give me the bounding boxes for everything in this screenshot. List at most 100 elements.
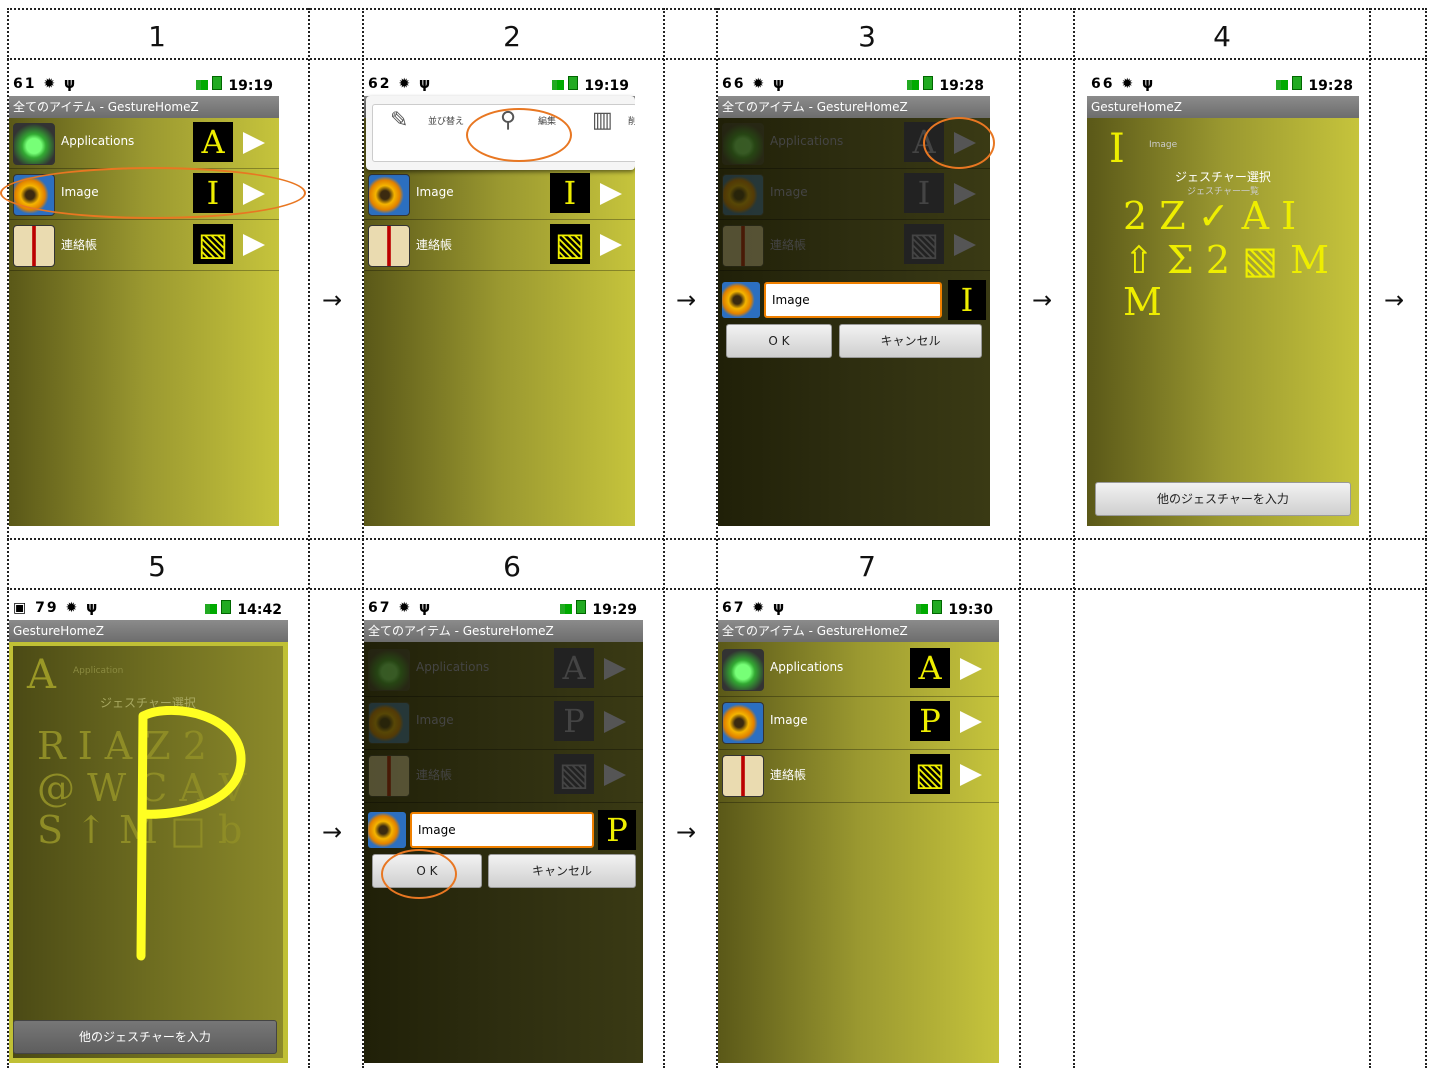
sunflower-icon: [368, 702, 410, 744]
calendar-icon: 61: [13, 76, 37, 92]
list-item-contacts[interactable]: 連絡帳 ▧: [718, 220, 990, 271]
next-arrow: →: [1032, 286, 1053, 314]
calendar-icon: 67: [722, 600, 746, 616]
step-number: 4: [1213, 20, 1231, 53]
calendar-icon: 62: [368, 76, 392, 92]
list-item-contacts[interactable]: 連絡帳 ▧: [364, 750, 643, 803]
status-bar: 66 ✹ ψ 19:28: [1087, 74, 1359, 96]
play-icon[interactable]: [954, 183, 976, 205]
ok-button[interactable]: O K: [726, 324, 832, 358]
list-item-contacts[interactable]: 連絡帳 ▧: [364, 220, 635, 271]
sunflower-icon: [722, 702, 764, 744]
item-label: Applications: [416, 660, 490, 674]
sunflower-icon: [368, 812, 406, 848]
list-item-image[interactable]: Image P: [718, 697, 999, 750]
play-icon[interactable]: [604, 764, 626, 786]
screen-step-6: 67 ✹ ψ 19:29 全てのアイテム - GestureHomeZ Appl…: [364, 598, 643, 1063]
app-title-bar: GestureHomeZ: [1087, 96, 1359, 118]
battery-icon: [221, 600, 232, 614]
play-icon[interactable]: [960, 711, 982, 733]
name-input[interactable]: Image: [764, 282, 942, 318]
gesture-option-row[interactable]: M: [1123, 280, 1162, 324]
screen-step-5: ▣ 79 ✹ ψ 14:42 GestureHomeZ A Applicatio…: [9, 598, 288, 1063]
clock: 19:29: [592, 602, 637, 618]
gesture-option-row[interactable]: 2 Z ✓ A I: [1123, 194, 1296, 238]
item-label: 連絡帳: [770, 238, 807, 252]
list-item-image[interactable]: Image I: [718, 169, 990, 220]
clock: 19:28: [939, 78, 984, 94]
gesture-thumb[interactable]: P: [598, 810, 636, 850]
item-label: 連絡帳: [416, 768, 453, 782]
play-icon[interactable]: [960, 764, 982, 786]
screen-step-4: 66 ✹ ψ 19:28 GestureHomeZ I Image ジェスチャー…: [1087, 74, 1359, 526]
battery-icon: [1292, 76, 1303, 90]
clock: 19:19: [228, 78, 273, 94]
other-gesture-button[interactable]: 他のジェスチャーを入力: [13, 1020, 277, 1054]
play-icon[interactable]: [960, 658, 982, 680]
app-title-bar: 全てのアイテム - GestureHomeZ: [718, 620, 999, 642]
highlight-ring: [466, 108, 572, 162]
edit-row: Image I: [722, 280, 986, 322]
next-arrow: →: [322, 286, 343, 314]
gesture-option-row[interactable]: ⇧ Σ 2 ▧ M: [1123, 238, 1329, 282]
list-item-contacts[interactable]: 連絡帳 ▧: [9, 220, 279, 271]
table-border: [7, 588, 1427, 590]
android-icon: [13, 123, 55, 165]
play-icon[interactable]: [604, 711, 626, 733]
drawn-gesture-stroke: [136, 706, 246, 961]
list-item-image[interactable]: Image P: [364, 697, 643, 750]
battery-icon: [568, 76, 579, 90]
cancel-button[interactable]: キャンセル: [839, 324, 982, 358]
play-icon[interactable]: [243, 234, 265, 256]
item-label: 連絡帳: [61, 238, 98, 252]
sunflower-icon: [722, 174, 764, 216]
next-arrow: →: [322, 818, 343, 846]
book-icon: [368, 755, 410, 797]
app-title-bar: 全てのアイテム - GestureHomeZ: [9, 96, 279, 118]
menu-sort[interactable]: 並び替え: [428, 114, 464, 127]
name-input[interactable]: Image: [410, 812, 594, 848]
cancel-button[interactable]: キャンセル: [488, 854, 636, 888]
play-icon[interactable]: [604, 658, 626, 680]
sunflower-icon: [368, 174, 410, 216]
clock: 19:28: [1308, 78, 1353, 94]
table-border: [7, 8, 1427, 10]
list-item-applications[interactable]: Applications A: [9, 118, 279, 169]
status-bar: 67 ✹ ψ 19:29: [364, 598, 643, 620]
play-icon[interactable]: [600, 234, 622, 256]
app-title-bar: GestureHomeZ: [9, 620, 288, 642]
calendar-icon: 79: [35, 600, 59, 616]
list-item-contacts[interactable]: 連絡帳 ▧: [718, 750, 999, 803]
play-icon[interactable]: [600, 183, 622, 205]
gesture-thumb: ▧: [550, 224, 590, 264]
gesture-overlay[interactable]: A Application ジェスチャー選択 R I A Z 2 @ W C A…: [13, 646, 283, 1058]
trash-icon[interactable]: ▥: [592, 108, 613, 133]
sunflower-icon: [722, 282, 760, 318]
play-icon[interactable]: [954, 234, 976, 256]
android-icon: [722, 123, 764, 165]
battery-icon: [576, 600, 587, 614]
book-icon: [368, 225, 410, 267]
item-label: 連絡帳: [416, 238, 453, 252]
current-gesture: I: [1109, 126, 1125, 172]
item-label: Applications: [770, 134, 844, 148]
gesture-thumb: P: [910, 701, 950, 741]
gesture-thumb[interactable]: I: [948, 280, 986, 320]
other-gesture-button[interactable]: 他のジェスチャーを入力: [1095, 482, 1351, 516]
next-arrow: →: [676, 286, 697, 314]
list-item-applications[interactable]: Applications A: [364, 644, 643, 697]
play-icon[interactable]: [243, 132, 265, 154]
list-item-image[interactable]: Image I: [364, 169, 635, 220]
gesture-thumb: ▧: [193, 224, 233, 264]
menu-delete[interactable]: 削: [628, 114, 635, 127]
current-gesture: A: [27, 652, 56, 698]
list-item-applications[interactable]: Applications A: [718, 644, 999, 697]
pencil-icon[interactable]: ✎: [390, 108, 408, 133]
clock: 19:30: [948, 602, 993, 618]
item-label: 連絡帳: [770, 768, 807, 782]
table-border: [7, 538, 1427, 540]
step-number: 1: [148, 20, 166, 53]
item-label: Image: [770, 185, 808, 199]
highlight-ring: [0, 167, 306, 219]
item-label: Image: [416, 185, 454, 199]
